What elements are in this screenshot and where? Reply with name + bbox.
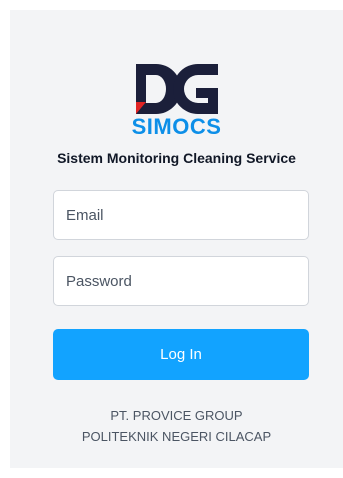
dc-logo-icon <box>135 64 218 114</box>
brand-logo: SIMOCS <box>10 60 343 140</box>
login-card: SIMOCS Sistem Monitoring Cleaning Servic… <box>10 10 343 468</box>
login-button[interactable]: Log In <box>53 329 309 380</box>
footer: PT. PROVICE GROUP POLITEKNIK NEGERI CILA… <box>10 405 343 447</box>
email-field[interactable] <box>53 190 309 240</box>
brand-name: SIMOCS <box>131 114 222 139</box>
footer-company: PT. PROVICE GROUP <box>110 408 243 423</box>
footer-institution: POLITEKNIK NEGERI CILACAP <box>81 429 272 444</box>
password-field[interactable] <box>53 256 309 306</box>
app-tagline: Sistem Monitoring Cleaning Service <box>57 150 296 166</box>
